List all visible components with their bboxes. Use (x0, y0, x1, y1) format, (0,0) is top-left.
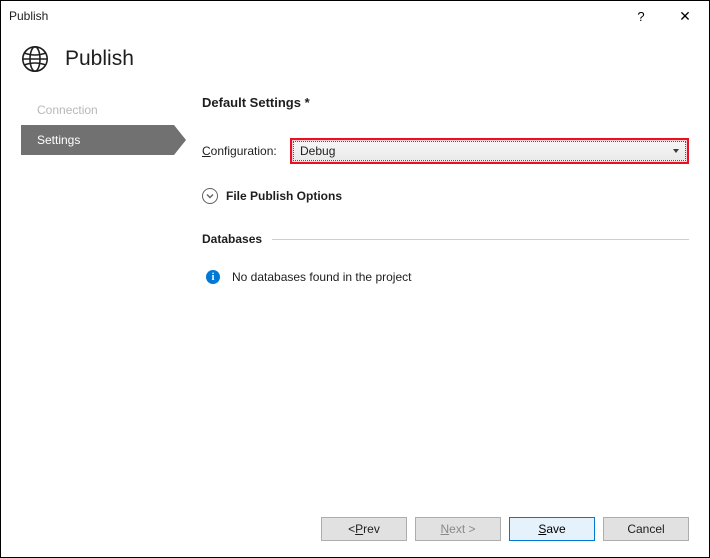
help-button[interactable]: ? (619, 1, 663, 31)
databases-section-header: Databases (202, 232, 689, 246)
configuration-highlight: Debug (290, 138, 689, 164)
window-title: Publish (9, 9, 619, 23)
configuration-row: Configuration: Debug (202, 138, 689, 164)
databases-info-text: No databases found in the project (232, 270, 411, 284)
configuration-value: Debug (300, 144, 335, 158)
globe-icon (21, 45, 49, 73)
sidenav-item-settings[interactable]: Settings (21, 125, 174, 155)
configuration-label: Configuration: (202, 144, 290, 158)
sidenav-item-label: Connection (37, 103, 98, 117)
save-button[interactable]: Save (509, 517, 595, 541)
dialog-footer: < Prev Next > Save Cancel (321, 517, 689, 541)
databases-label: Databases (202, 232, 262, 246)
sidenav-item-connection[interactable]: Connection (21, 95, 174, 125)
help-icon: ? (637, 9, 644, 24)
titlebar: Publish ? ✕ (1, 1, 709, 31)
file-publish-options-expander[interactable]: File Publish Options (202, 188, 689, 204)
info-icon: i (206, 270, 220, 284)
page-title: Publish (65, 47, 134, 71)
sidenav-item-label: Settings (37, 133, 80, 147)
prev-button[interactable]: < Prev (321, 517, 407, 541)
close-button[interactable]: ✕ (663, 1, 707, 31)
cancel-button[interactable]: Cancel (603, 517, 689, 541)
content-area: Connection Settings Default Settings * C… (1, 95, 709, 284)
divider (272, 239, 689, 240)
next-button: Next > (415, 517, 501, 541)
databases-info-row: i No databases found in the project (202, 270, 689, 284)
settings-panel: Default Settings * Configuration: Debug … (174, 95, 689, 284)
close-icon: ✕ (679, 8, 691, 25)
chevron-down-icon (202, 188, 218, 204)
section-title: Default Settings * (202, 95, 689, 110)
dialog-header: Publish (1, 31, 709, 95)
expander-label: File Publish Options (226, 189, 342, 203)
configuration-dropdown[interactable]: Debug (293, 141, 686, 161)
side-nav: Connection Settings (21, 95, 174, 284)
